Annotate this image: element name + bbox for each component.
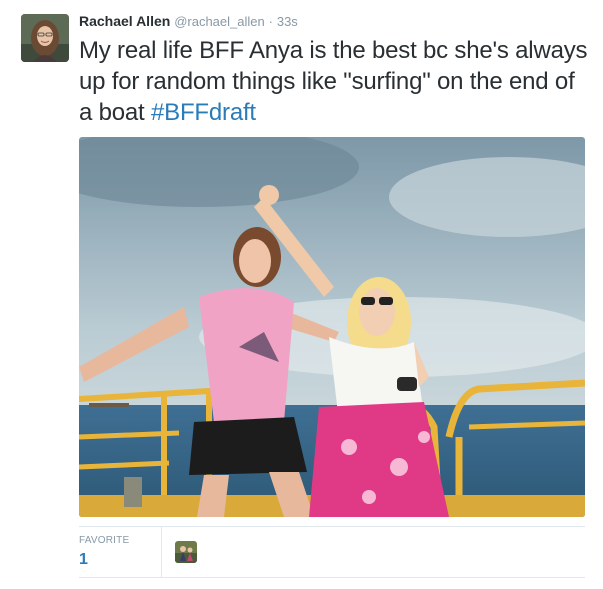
author-avatar[interactable] bbox=[21, 14, 69, 62]
author-name[interactable]: Rachael Allen bbox=[79, 13, 170, 29]
favorites-label: FAVORITE bbox=[79, 535, 130, 546]
hashtag-link[interactable]: #BFFdraft bbox=[151, 99, 256, 126]
favorites-stat[interactable]: FAVORITE 1 bbox=[79, 527, 162, 577]
author-handle[interactable]: @rachael_allen bbox=[174, 14, 265, 29]
tweet-header: Rachael Allen @rachael_allen · 33s bbox=[79, 12, 298, 31]
tweet-timestamp[interactable]: 33s bbox=[277, 14, 298, 29]
favorites-count[interactable]: 1 bbox=[79, 551, 88, 569]
separator-dot: · bbox=[268, 14, 273, 29]
tweet-text: My real life BFF Anya is the best bc she… bbox=[79, 35, 589, 128]
favoriter-avatar[interactable] bbox=[175, 541, 197, 563]
tweet-photo[interactable] bbox=[79, 137, 585, 517]
tweet-stats: FAVORITE 1 bbox=[79, 526, 585, 578]
